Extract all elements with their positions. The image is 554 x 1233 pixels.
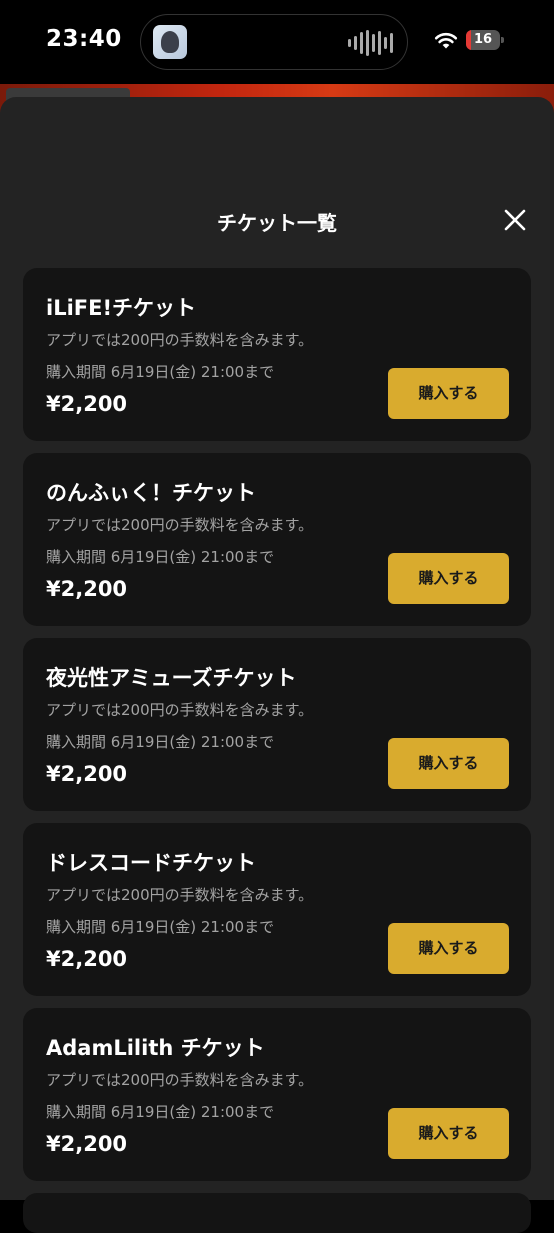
ticket-name: ドレスコードチケット [46, 851, 256, 875]
sheet-title: チケット一覧 [217, 211, 337, 235]
ticket-name: iLiFE!チケット [46, 296, 197, 320]
status-bar: 23:40 16 [0, 0, 554, 84]
buy-button[interactable]: 購入する [388, 923, 509, 974]
ticket-sale-period: 購入期間 6月19日(金) 21:00まで [46, 1103, 275, 1121]
ticket-list-sheet: チケット一覧 iLiFE!チケット アプリでは200円の手数料を含みます。 購入… [0, 97, 554, 1233]
ticket-name: AdamLilith チケット [46, 1036, 265, 1060]
ticket-fee-note: アプリでは200円の手数料を含みます。 [46, 331, 314, 349]
ticket-price: ¥2,200 [46, 577, 128, 601]
dynamic-island[interactable] [140, 14, 408, 70]
buy-button[interactable]: 購入する [388, 1108, 509, 1159]
audio-waveform-icon [348, 29, 393, 57]
ticket-card-partial [23, 1193, 531, 1233]
ticket-sale-period: 購入期間 6月19日(金) 21:00まで [46, 548, 275, 566]
now-playing-thumbnail [153, 25, 187, 59]
ticket-sale-period: 購入期間 6月19日(金) 21:00まで [46, 363, 275, 381]
ticket-fee-note: アプリでは200円の手数料を含みます。 [46, 886, 314, 904]
ticket-sale-period: 購入期間 6月19日(金) 21:00まで [46, 918, 275, 936]
ticket-fee-note: アプリでは200円の手数料を含みます。 [46, 1071, 314, 1089]
buy-button[interactable]: 購入する [388, 738, 509, 789]
ticket-fee-note: アプリでは200円の手数料を含みます。 [46, 701, 314, 719]
ticket-card: AdamLilith チケット アプリでは200円の手数料を含みます。 購入期間… [23, 1008, 531, 1181]
ticket-card: iLiFE!チケット アプリでは200円の手数料を含みます。 購入期間 6月19… [23, 268, 531, 441]
ticket-fee-note: アプリでは200円の手数料を含みます。 [46, 516, 314, 534]
ticket-name: 夜光性アミューズチケット [46, 666, 297, 690]
ticket-sale-period: 購入期間 6月19日(金) 21:00まで [46, 733, 275, 751]
ticket-card: ドレスコードチケット アプリでは200円の手数料を含みます。 購入期間 6月19… [23, 823, 531, 996]
wifi-icon [434, 32, 458, 49]
status-time: 23:40 [46, 26, 122, 52]
buy-button[interactable]: 購入する [388, 368, 509, 419]
ticket-card: 夜光性アミューズチケット アプリでは200円の手数料を含みます。 購入期間 6月… [23, 638, 531, 811]
ticket-price: ¥2,200 [46, 1132, 128, 1156]
buy-button[interactable]: 購入する [388, 553, 509, 604]
ticket-price: ¥2,200 [46, 947, 128, 971]
close-icon[interactable] [500, 205, 530, 235]
ticket-card: のんふぃく！チケット アプリでは200円の手数料を含みます。 購入期間 6月19… [23, 453, 531, 626]
battery-indicator: 16 [466, 30, 504, 50]
battery-level-text: 16 [473, 32, 493, 47]
ticket-price: ¥2,200 [46, 392, 128, 416]
ticket-name: のんふぃく！チケット [46, 481, 256, 505]
ticket-price: ¥2,200 [46, 762, 128, 786]
